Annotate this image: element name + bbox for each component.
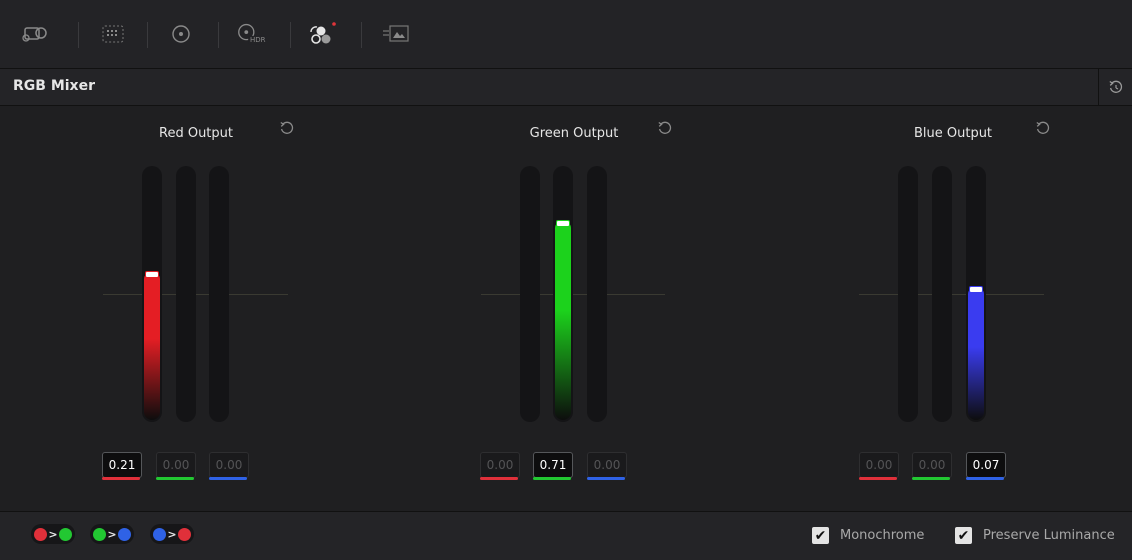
reset-icon <box>1109 80 1123 93</box>
value-field-green[interactable]: 0.71 <box>533 452 573 478</box>
value-field-red[interactable]: 0.00 <box>480 452 520 478</box>
slider-fill <box>968 287 984 420</box>
green-dot-icon <box>93 527 107 541</box>
slider-fill <box>555 221 571 420</box>
value-field-green[interactable]: 0.00 <box>912 452 952 478</box>
red-dot-icon <box>34 527 48 541</box>
channel-underline-blue <box>966 477 1004 480</box>
slider-track-blue[interactable] <box>587 166 607 422</box>
channel-underline-red <box>859 477 897 480</box>
channel-underline-green <box>912 477 950 480</box>
palette-toolbar: HDR <box>0 0 1132 69</box>
toolbar-separator <box>361 22 362 48</box>
panel-header: RGB Mixer <box>0 69 1132 106</box>
reset-icon[interactable] <box>277 118 297 138</box>
output-title: Green Output <box>529 126 619 141</box>
toolbar-separator <box>290 22 291 48</box>
zero-guide-line <box>481 294 665 295</box>
blue-dot-icon <box>117 527 131 541</box>
preserve-luminance-checkbox[interactable]: ✔ <box>955 527 972 544</box>
value-field-blue[interactable]: 0.00 <box>587 452 627 478</box>
toolbar-separator <box>147 22 148 48</box>
rgb-mixer-icon[interactable] <box>306 20 338 48</box>
slider-track-blue[interactable] <box>966 166 986 422</box>
value-field-red[interactable]: 0.00 <box>859 452 899 478</box>
value-field-green[interactable]: 0.00 <box>156 452 196 478</box>
slider-track-green[interactable] <box>176 166 196 422</box>
slider-track-green[interactable] <box>553 166 573 422</box>
value-field-red[interactable]: 0.21 <box>102 452 142 478</box>
green-dot-icon <box>58 527 72 541</box>
channel-underline-blue <box>209 477 247 480</box>
panel-reset-button[interactable] <box>1098 69 1132 105</box>
hdr-wheels-icon[interactable]: HDR <box>235 20 267 48</box>
mixer-footer: > > > ✔ Monochrome ✔ Preserve Luminance <box>0 511 1132 560</box>
slider-handle[interactable] <box>969 286 983 293</box>
color-wheels-icon[interactable] <box>165 20 197 48</box>
output-title: Blue Output <box>913 126 993 141</box>
reset-icon[interactable] <box>1033 118 1053 138</box>
slider-handle[interactable] <box>556 220 570 227</box>
checkmark-icon: ✔ <box>957 527 970 544</box>
swap-green-blue-button[interactable]: > <box>90 524 134 544</box>
slider-track-red[interactable] <box>898 166 918 422</box>
mixer-area: Red Output 0.21 0.00 0.00 Green Output 0.00 0.… <box>0 106 1132 511</box>
monochrome-label: Monochrome <box>840 528 925 543</box>
monochrome-checkbox[interactable]: ✔ <box>812 527 829 544</box>
channel-underline-blue <box>587 477 625 480</box>
panel-title: RGB Mixer <box>13 78 95 94</box>
preserve-luminance-label: Preserve Luminance <box>983 528 1115 543</box>
slider-track-blue[interactable] <box>209 166 229 422</box>
slider-fill <box>144 272 160 420</box>
motion-effects-icon[interactable] <box>380 20 412 48</box>
swap-arrow-icon: > <box>107 527 117 541</box>
slider-handle[interactable] <box>145 271 159 278</box>
camera-raw-icon[interactable] <box>20 20 52 48</box>
value-field-blue[interactable]: 0.00 <box>209 452 249 478</box>
swap-red-green-button[interactable]: > <box>31 524 75 544</box>
hdr-label: HDR <box>250 36 266 44</box>
toolbar-separator <box>218 22 219 48</box>
slider-track-green[interactable] <box>932 166 952 422</box>
channel-underline-red <box>480 477 518 480</box>
channel-underline-green <box>533 477 571 480</box>
checkmark-icon: ✔ <box>814 527 827 544</box>
output-title: Red Output <box>159 126 233 141</box>
swap-blue-red-button[interactable]: > <box>150 524 194 544</box>
channel-underline-red <box>102 477 140 480</box>
blue-dot-icon <box>153 527 167 541</box>
swap-arrow-icon: > <box>167 527 177 541</box>
toolbar-separator <box>78 22 79 48</box>
reset-icon[interactable] <box>655 118 675 138</box>
slider-track-red[interactable] <box>520 166 540 422</box>
red-dot-icon <box>177 527 191 541</box>
slider-track-red[interactable] <box>142 166 162 422</box>
color-match-icon[interactable] <box>97 20 129 48</box>
channel-underline-green <box>156 477 194 480</box>
swap-arrow-icon: > <box>48 527 58 541</box>
value-field-blue[interactable]: 0.07 <box>966 452 1006 478</box>
